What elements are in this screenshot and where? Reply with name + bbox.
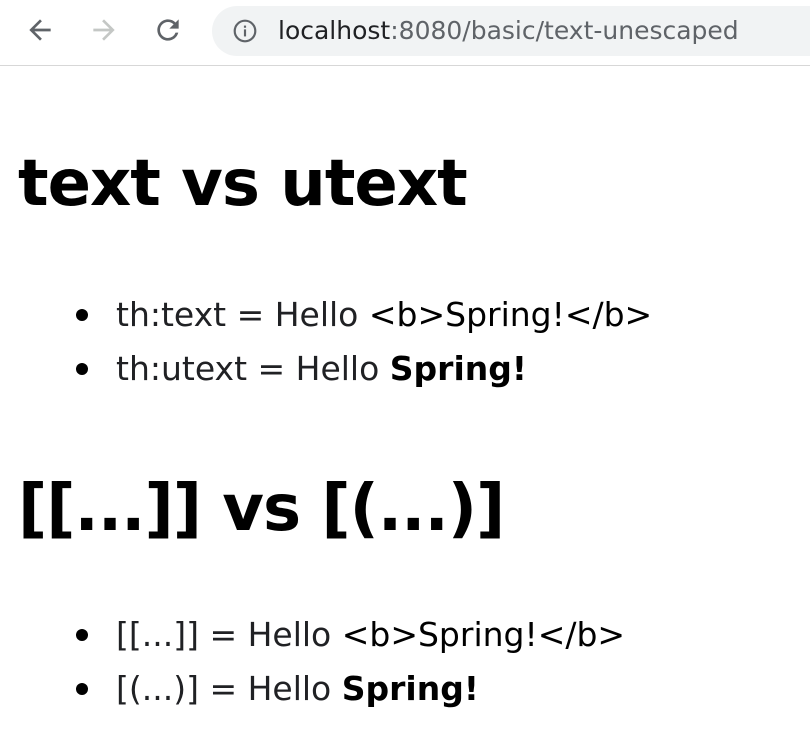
item-prefix: [[...]] = Hello xyxy=(116,615,342,654)
section-title-inline-expressions: [[...]] vs [(...)] xyxy=(18,472,505,546)
list-item: th:text = Hello <b>Spring!</b> xyxy=(72,290,652,344)
bullet-icon xyxy=(76,363,88,375)
list-item: [[...]] = Hello <b>Spring!</b> xyxy=(72,610,625,664)
inline-expressions-list: [[...]] = Hello <b>Spring!</b> [(...)] =… xyxy=(72,610,625,718)
info-icon[interactable] xyxy=(232,18,258,44)
item-prefix: th:utext = Hello xyxy=(116,349,390,388)
bullet-icon xyxy=(76,683,88,695)
item-prefix: [(...)] = Hello xyxy=(116,669,342,708)
bullet-icon xyxy=(76,629,88,641)
reload-button[interactable] xyxy=(148,10,188,50)
forward-button[interactable] xyxy=(84,10,124,50)
browser-toolbar: localhost:8080/basic/text-unescaped xyxy=(0,0,810,66)
text-vs-utext-list: th:text = Hello <b>Spring!</b> th:utext … xyxy=(72,290,652,398)
item-prefix: th:text = Hello xyxy=(116,295,369,334)
item-bold-text: Spring! xyxy=(341,669,479,708)
address-bar[interactable]: localhost:8080/basic/text-unescaped xyxy=(212,6,810,56)
section-title-text-vs-utext: text vs utext xyxy=(18,147,468,221)
arrow-right-icon xyxy=(93,19,115,41)
list-item: [(...)] = Hello Spring! xyxy=(72,664,625,718)
url-host: localhost xyxy=(278,16,391,45)
reload-icon xyxy=(157,19,179,41)
back-button[interactable] xyxy=(20,10,60,50)
arrow-left-icon xyxy=(29,19,51,41)
url-text[interactable]: localhost:8080/basic/text-unescaped xyxy=(278,16,739,46)
item-escaped-text: <b>Spring!</b> xyxy=(368,295,653,334)
list-item: th:utext = Hello Spring! xyxy=(72,344,652,398)
item-bold-text: Spring! xyxy=(389,349,527,388)
item-escaped-text: <b>Spring!</b> xyxy=(341,615,626,654)
bullet-icon xyxy=(76,309,88,321)
url-path: :8080/basic/text-unescaped xyxy=(390,16,739,45)
